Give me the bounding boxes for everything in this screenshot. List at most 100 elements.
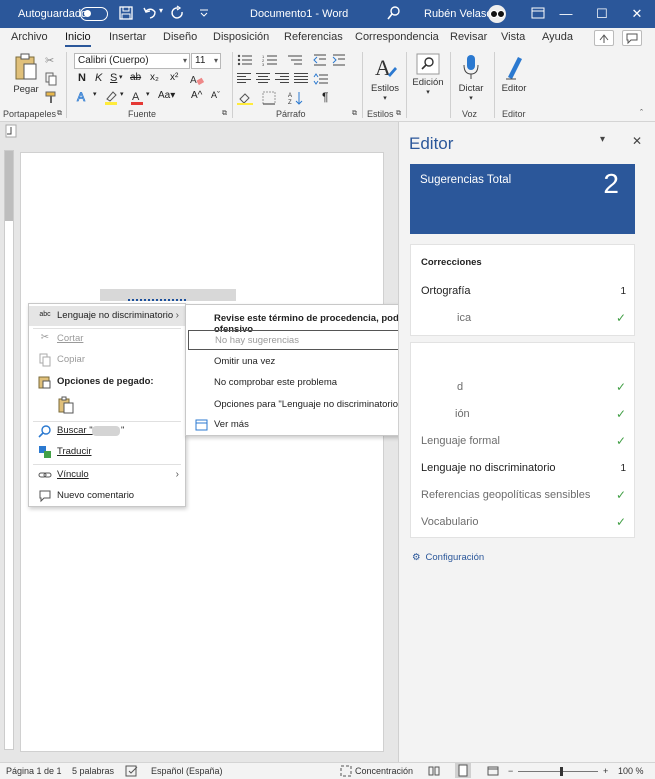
editor-button[interactable]: Editor [498,53,530,94]
zoom-out-button[interactable]: − [508,766,513,776]
copy-icon[interactable] [44,72,58,86]
correction-row-spelling[interactable]: Ortografía 1 [421,285,626,303]
tab-referencias[interactable]: Referencias [284,31,343,43]
subscript-button[interactable]: x₂ [150,72,159,83]
redo-icon[interactable] [170,5,186,21]
tab-diseno[interactable]: Diseño [163,31,197,43]
dialog-launcher-icon[interactable]: ⧉ [57,110,62,118]
zoom-slider[interactable] [518,771,598,772]
vertical-ruler[interactable] [4,150,14,750]
close-window-button[interactable]: ✕ [619,0,655,28]
tab-vista[interactable]: Vista [501,31,525,43]
collapse-ribbon-icon[interactable]: ˆ [640,108,643,118]
settings-link[interactable]: ⚙ Configuración [412,552,484,563]
refinement-row-vocabulary[interactable]: Vocabulario ✓ [421,515,626,534]
refinement-row-inclusive-language[interactable]: Lenguaje no discriminatorio 1 [421,462,626,480]
customize-toolbar-icon[interactable] [196,5,212,21]
sort-icon[interactable]: AZ [288,91,304,105]
align-center-icon[interactable] [256,73,270,85]
superscript-button[interactable]: x² [170,72,178,83]
borders-icon[interactable] [262,91,278,105]
show-formatting-icon[interactable]: ¶ [322,90,328,104]
zoom-level[interactable]: 100 % [618,766,644,776]
align-right-icon[interactable] [275,73,289,85]
tab-ayuda[interactable]: Ayuda [542,31,573,43]
menu-item-translate[interactable]: Traducir [29,442,185,462]
tab-insertar[interactable]: Insertar [109,31,146,43]
language-indicator[interactable]: Español (España) [151,766,223,776]
shrink-font-button[interactable]: Aˇ [211,90,220,100]
refinement-row-clarity[interactable]: d ✓ [421,380,626,399]
zoom-in-button[interactable]: + [603,766,608,776]
justify-icon[interactable] [294,73,308,85]
text-effects-icon[interactable]: A [76,90,92,104]
multilevel-list-icon[interactable] [287,54,303,66]
italic-button[interactable]: K [95,72,102,84]
zoom-slider-thumb[interactable] [560,767,563,776]
format-painter-icon[interactable] [44,90,58,104]
dialog-launcher-icon[interactable]: ⧉ [222,110,227,118]
tab-disposicion[interactable]: Disposición [213,31,269,43]
menu-item-cut[interactable]: ✂ Cortar [29,329,185,349]
menu-item-inclusive-language[interactable]: abc Lenguaje no discriminatorio › [29,306,185,326]
focus-mode-button[interactable]: Concentración [355,766,413,776]
styles-button[interactable]: A Estilos ▾ [368,53,402,102]
close-pane-icon[interactable]: ✕ [632,134,642,148]
refinement-row-conciseness[interactable]: ión ✓ [421,407,626,426]
paste-button[interactable]: Pegar [10,52,42,95]
increase-indent-icon[interactable] [332,54,346,66]
ribbon-display-options-icon[interactable] [530,5,546,21]
menu-item-link[interactable]: Vínculo › [29,465,185,485]
maximize-button[interactable]: ☐ [584,0,620,28]
word-count[interactable]: 5 palabras [72,766,114,776]
tab-correspondencia[interactable]: Correspondencia [355,31,439,43]
autosave-toggle[interactable] [80,7,108,21]
dictate-button[interactable]: Dictar ▾ [454,53,488,102]
align-left-icon[interactable] [237,73,251,85]
chevron-down-icon[interactable]: ▾ [119,73,123,81]
menu-item-search[interactable]: Buscar " " [29,421,185,441]
clear-format-icon[interactable]: A [190,72,204,86]
tab-selector-icon[interactable] [0,124,20,138]
change-case-button[interactable]: Aa▾ [158,90,175,101]
tab-archivo[interactable]: Archivo [11,31,48,43]
pane-options-icon[interactable]: ▾ [600,134,605,145]
proofing-icon[interactable] [125,765,139,777]
shading-icon[interactable] [237,91,253,105]
grow-font-button[interactable]: A^ [191,90,202,101]
decrease-indent-icon[interactable] [313,54,327,66]
tab-revisar[interactable]: Revisar [450,31,487,43]
bullets-icon[interactable] [237,54,253,66]
page-count[interactable]: Página 1 de 1 [6,766,62,776]
cut-icon[interactable]: ✂ [45,54,54,67]
highlight-icon[interactable] [104,89,118,105]
line-spacing-icon[interactable] [313,73,329,85]
strikethrough-button[interactable]: ab [130,72,141,83]
web-layout-icon[interactable] [487,765,499,777]
menu-item-copy[interactable]: Copiar [29,350,185,370]
search-icon[interactable] [386,5,402,21]
dialog-launcher-icon[interactable]: ⧉ [352,110,357,118]
undo-icon[interactable] [142,5,158,21]
print-layout-icon[interactable] [455,763,471,778]
refinement-row-geopolitical[interactable]: Referencias geopolíticas sensibles ✓ [421,488,626,507]
font-size-combo[interactable]: 11 ▾ [191,53,221,69]
comments-icon[interactable] [622,30,642,46]
chevron-down-icon[interactable]: ▾ [146,90,150,98]
chevron-down-icon[interactable]: ▾ [93,90,97,98]
font-name-combo[interactable]: Calibri (Cuerpo) ▾ [74,53,190,69]
correction-row-grammar[interactable]: ica ✓ [421,311,626,330]
dialog-launcher-icon[interactable]: ⧉ [396,110,401,118]
chevron-down-icon[interactable]: ▾ [120,90,124,98]
read-mode-icon[interactable] [428,765,440,777]
minimize-button[interactable]: — [548,0,584,28]
tab-inicio[interactable]: Inicio [65,31,91,47]
underline-button[interactable]: S [110,72,117,84]
save-icon[interactable] [118,5,134,21]
user-name[interactable]: Rubén Velasco [424,8,498,20]
editing-button[interactable]: Edición ▾ [410,53,446,96]
numbering-icon[interactable]: 123 [262,54,278,66]
bold-button[interactable]: N [78,72,86,84]
font-color-icon[interactable]: A [130,89,144,105]
menu-item-new-comment[interactable]: Nuevo comentario [29,486,185,506]
